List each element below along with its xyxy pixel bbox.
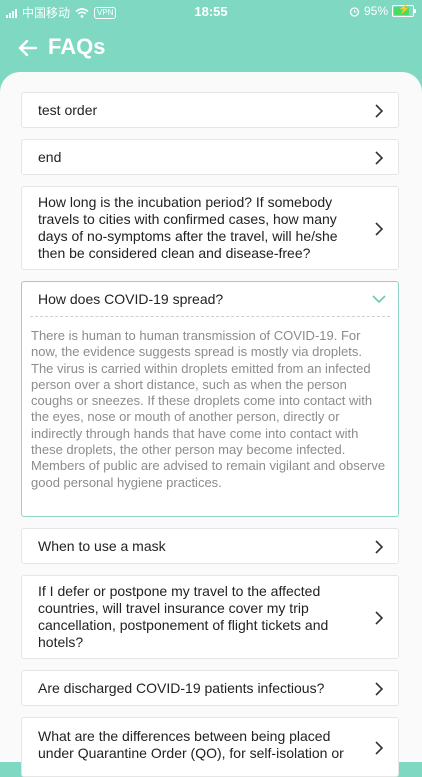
faq-question: How does COVID-19 spread?	[38, 290, 224, 307]
chevron-right-icon	[375, 741, 384, 755]
chevron-right-icon	[375, 104, 384, 118]
status-bar: 中国移动 VPN 18:55 95% ⚡	[0, 0, 422, 22]
chevron-right-icon	[375, 222, 384, 236]
chevron-right-icon	[375, 611, 384, 625]
faq-item-travel-insurance[interactable]: If I defer or postpone my travel to the …	[21, 575, 399, 659]
faq-question: When to use a mask	[38, 537, 166, 554]
chevron-right-icon	[375, 151, 384, 165]
faq-item-end[interactable]: end	[21, 139, 399, 175]
alarm-icon	[349, 6, 360, 17]
chevron-right-icon	[375, 540, 384, 554]
arrow-left-icon[interactable]	[16, 36, 40, 60]
faq-question: Are discharged COVID-19 patients infecti…	[38, 679, 325, 696]
header: FAQs	[0, 28, 422, 72]
faq-item-incubation-period[interactable]: How long is the incubation period? If so…	[21, 186, 399, 270]
faq-question: end	[38, 148, 62, 165]
faq-answer: There is human to human transmission of …	[31, 328, 386, 490]
faq-question: How long is the incubation period? If so…	[38, 194, 338, 261]
faq-item-quarantine-order[interactable]: What are the differences between being p…	[21, 717, 399, 777]
faq-question: test order	[38, 101, 98, 118]
status-right: 95% ⚡	[349, 4, 416, 18]
page-title: FAQs	[48, 34, 106, 59]
chevron-right-icon	[375, 682, 384, 696]
faq-item-test-order[interactable]: test order	[21, 92, 399, 128]
faq-question: If I defer or postpone my travel to the …	[38, 583, 329, 650]
chevron-down-icon	[372, 295, 386, 304]
divider	[30, 316, 390, 317]
battery-tip	[414, 9, 416, 13]
faq-question: What are the differences between being p…	[38, 728, 344, 761]
battery-icon: ⚡	[392, 4, 416, 17]
faq-item-mask[interactable]: When to use a mask	[21, 528, 399, 564]
faq-item-discharged-patients[interactable]: Are discharged COVID-19 patients infecti…	[21, 670, 399, 706]
faq-item-covid-spread[interactable]: How does COVID-19 spread? There is human…	[21, 281, 399, 517]
charging-bolt-icon: ⚡	[398, 4, 411, 15]
battery-percent: 95%	[363, 4, 388, 18]
faq-list: test order end How long is the incubatio…	[0, 72, 422, 777]
